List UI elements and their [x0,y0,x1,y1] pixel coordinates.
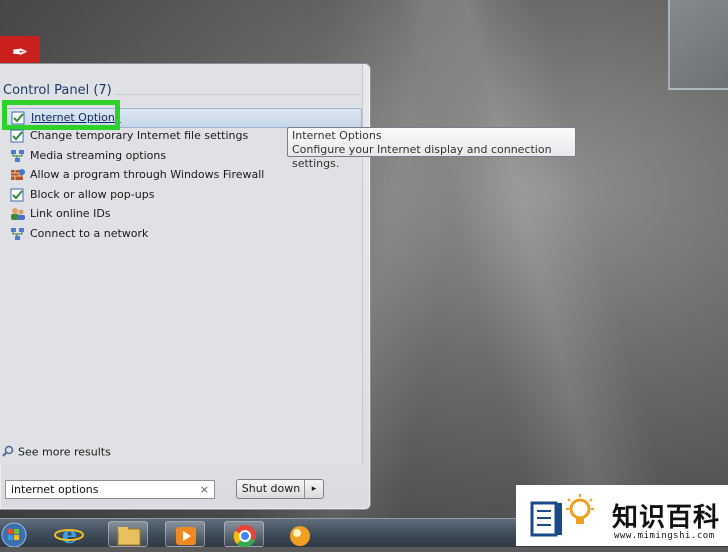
see-more-results[interactable]: See more results [2,445,111,460]
shutdown-button[interactable]: Shut down ▸ [236,479,324,499]
search-icon [2,445,14,460]
clear-search-icon[interactable]: × [200,481,209,498]
search-results-pane: Control Panel (7) Internet Options Chang… [0,64,363,464]
network-icon [10,227,26,241]
highlight-box [2,100,120,130]
svg-text:e: e [62,521,77,547]
tooltip-description: Configure your Internet display and conn… [292,143,552,170]
result-popups[interactable]: Block or allow pop-ups [10,186,356,204]
watermark-text: 知识百科 [612,503,721,533]
network-icon [10,149,26,163]
shutdown-label: Shut down [241,482,301,495]
start-button[interactable] [0,521,40,548]
search-input-value: internet options [11,483,99,496]
see-more-label: See more results [18,445,111,459]
result-link-online-ids[interactable]: Link online IDs [10,205,356,223]
tooltip: Internet Options Configure your Internet… [287,127,576,170]
book-lightbulb-icon [530,494,594,537]
firewall-icon [10,168,26,182]
result-label: Link online IDs [30,207,111,220]
search-input[interactable]: internet options × [5,480,215,499]
internet-explorer-icon[interactable]: e [50,520,90,549]
file-explorer-icon[interactable] [108,521,148,547]
users-icon [10,207,26,221]
watermark-logo: 知识百科 www.mimingshi.com [516,485,728,546]
media-player-icon[interactable] [165,521,205,547]
result-label: Connect to a network [30,227,149,240]
result-label: Change temporary Internet file settings [30,129,249,142]
result-label: Allow a program through Windows Firewall [30,168,265,181]
section-title: Control Panel (7) [3,83,112,98]
internet-options-icon [10,188,26,202]
app-icon[interactable] [282,521,322,547]
shutdown-options-arrow-icon[interactable]: ▸ [304,480,323,498]
result-label: Media streaming options [30,149,167,162]
chrome-icon[interactable] [224,521,264,548]
pdf-reader-icon[interactable]: ✒ [0,36,40,66]
section-divider [115,94,360,95]
internet-options-icon [10,129,26,143]
result-label: Block or allow pop-ups [30,188,155,201]
window-edge [668,0,728,90]
tooltip-title: Internet Options [292,129,382,142]
watermark-url: www.mimingshi.com [614,531,715,541]
result-connect-network[interactable]: Connect to a network [10,225,356,243]
start-menu-bottom-bar: internet options × Shut down ▸ [0,464,370,509]
